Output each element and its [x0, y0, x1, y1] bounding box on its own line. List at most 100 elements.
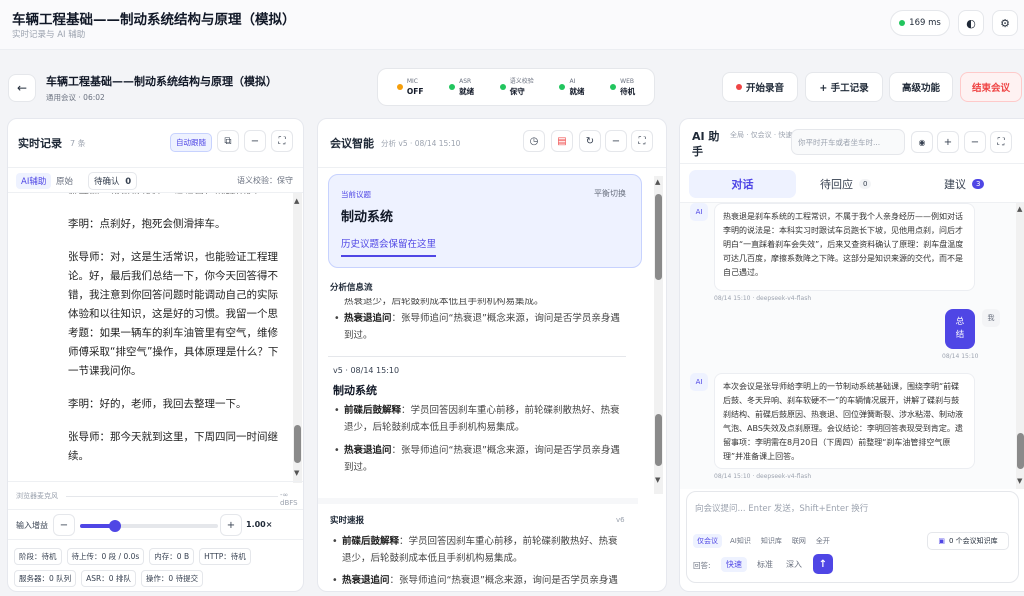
ai-context-input[interactable]: 你平时开车或者坐车时... [791, 129, 905, 155]
advanced-label: 高级功能 [901, 83, 940, 94]
fullscreen-button[interactable]: ⛶ [990, 131, 1012, 153]
ai-panel: AI 助手 全局 · 仅会议 · 快速 你平时开车或者坐车时... ◉ + − … [679, 118, 1024, 592]
arrow-left-icon: ← [16, 81, 28, 95]
gain-slider-knob[interactable] [108, 520, 121, 532]
flow-bullet: • 前碟后鼓解释：学员回答因刹车重心前移，前轮碟刹散热好、热衰退少，后轮鼓刹成本… [332, 402, 624, 436]
export-button[interactable]: ▤ [551, 130, 573, 152]
add-button[interactable]: + [937, 131, 959, 153]
filter-row: 仅会议 AI知识 知识库 联网 全开 [693, 534, 832, 548]
tab-raw[interactable]: 原始 [56, 175, 73, 187]
intel-panel: 会议智能 分析 v5 · 08/14 15:10 ◷ ▤ ↻ − ⛶ 当前议题 … [317, 118, 667, 592]
transcript-list: 李明：点刹好，抱死会侧滑摔车。 张导师：对，这是生活常识，也能验证工程理论。好，… [68, 215, 286, 466]
latency-indicator[interactable]: 169 ms [890, 10, 950, 36]
status-dot [449, 84, 456, 90]
compose-input[interactable]: 向会议提问... Enter 发送，Shift+Enter 换行 [695, 502, 1015, 514]
status-dot [610, 84, 617, 90]
transcript-scrollbar[interactable]: ▲ ▼ [293, 193, 302, 483]
gain-value: 1.00× [246, 520, 273, 529]
history-button[interactable]: ◷ [523, 130, 545, 152]
theme-toggle-button[interactable]: ◐ [958, 10, 984, 36]
ai-option-button[interactable]: ◉ [911, 131, 933, 153]
collapse-button[interactable]: − [964, 131, 986, 153]
scrollbar-thumb[interactable] [1017, 433, 1024, 469]
collapse-button[interactable]: − [244, 130, 266, 152]
mode-fast[interactable]: 快速 [721, 557, 747, 572]
scroll-down-icon: ▼ [1017, 477, 1023, 485]
quick-bullet: • 热衰退追问：张导师追问“热衰退”概念来源，询问是否学员亲身遇到过。 [330, 572, 626, 591]
back-button[interactable]: ← [8, 74, 36, 102]
tab-pending[interactable]: 待确认 0 [88, 172, 138, 190]
gear-icon: ⚙ [1000, 16, 1010, 30]
filter-all[interactable]: 全开 [814, 534, 832, 548]
collapse-button[interactable]: − [605, 130, 627, 152]
tab-chat[interactable]: 对话 [689, 170, 796, 198]
knowledge-base-button[interactable]: ▣ 0 个会议知识库 [927, 532, 1009, 550]
gain-increase-button[interactable]: + [220, 514, 242, 536]
manual-record-button[interactable]: + 手工记录 [805, 72, 883, 102]
transcript-count: 7 条 [70, 139, 86, 148]
end-meeting-label: 结束会议 [971, 83, 1010, 94]
settings-button[interactable]: ⚙ [992, 10, 1018, 36]
status-label: 语义校验 [509, 78, 534, 85]
meeting-time: 06:02 [83, 93, 105, 102]
advanced-button[interactable]: 高级功能 [889, 72, 953, 102]
quick-bullet-head: 前碟后鼓解释 [342, 536, 400, 547]
bullet-dot: • [332, 575, 338, 586]
status-label: MIC [406, 78, 418, 85]
stat-chip: 服务器：0 队列 [14, 570, 77, 587]
tab-suggestions[interactable]: 建议 3 [944, 176, 985, 192]
status-item: ASR 就绪 [449, 77, 474, 97]
scroll-up-icon: ▲ [655, 178, 661, 186]
minus-icon: − [970, 136, 980, 148]
message-meta: 08/14 15:10 · deepseek-v4-flash [714, 295, 812, 302]
audio-meter: 浏览器麦克风 -∞ dBFS [8, 481, 303, 509]
gain-decrease-button[interactable]: − [53, 514, 75, 536]
status-label: ASR [459, 78, 472, 85]
status-item: WEB 待机 [610, 77, 635, 97]
send-button[interactable]: ↑ [813, 554, 833, 574]
ai-context-placeholder: 你平时开车或者坐车时... [798, 138, 881, 147]
stats-row: 阶段：待机 待上传：0 段 / 0.0s 内存：0 B HTTP：待机 [14, 548, 251, 565]
expand-icon: ⛶ [997, 136, 1005, 148]
refresh-button[interactable]: ↻ [579, 130, 601, 152]
status-dot [499, 84, 506, 90]
start-recording-button[interactable]: 开始录音 [722, 72, 798, 102]
scrollbar-thumb-secondary[interactable] [655, 414, 662, 466]
tab-ai-assist[interactable]: AI辅助 [16, 173, 52, 189]
topic-history-tab[interactable]: 历史议题会保留在这里 [341, 236, 437, 257]
v5-meta: v5 · 08/14 15:10 [333, 366, 400, 375]
gain-slider[interactable] [80, 520, 218, 532]
copy-button[interactable]: ⧉ [217, 130, 239, 152]
filter-web[interactable]: 联网 [790, 534, 808, 548]
mode-deep[interactable]: 深入 [786, 559, 802, 570]
tab-pending-reply[interactable]: 待回应 0 [820, 176, 872, 192]
status-item: AI 就绪 [559, 77, 584, 97]
intel-scrollbar[interactable]: ▲ ▼ [654, 176, 663, 494]
stat-chip: 操作：0 待提交 [140, 570, 204, 587]
ai-message: 热衰退是刹车系统的工程常识，不属于我个人亲身经历——例如对话李明的说法是：本科实… [714, 203, 975, 291]
fullscreen-button[interactable]: ⛶ [271, 130, 293, 152]
scrollbar-thumb[interactable] [294, 425, 301, 463]
auto-follow-toggle[interactable]: 自动跟随 [170, 133, 212, 152]
topic-switch[interactable]: 平衡切换 [594, 188, 626, 199]
transcript-title: 实时记录 [18, 137, 62, 150]
gain-row: 输入增益 − + 1.00× [8, 509, 303, 539]
app-title: 车辆工程基础——制动系统结构与原理（模拟） [12, 12, 296, 28]
flow-divider [318, 498, 638, 504]
filter-ai-knowledge[interactable]: AI知识 [728, 534, 753, 548]
filter-meeting-only[interactable]: 仅会议 [693, 534, 722, 548]
intel-meta: 分析 v5 · 08/14 15:10 [381, 139, 461, 148]
stat-chip: ASR：0 排队 [81, 570, 136, 587]
chat-scrollbar[interactable]: ▲ ▼ [1016, 203, 1024, 489]
mode-standard[interactable]: 标准 [757, 559, 773, 570]
scrollbar-thumb[interactable] [655, 194, 662, 280]
latency-dot [899, 20, 906, 26]
intel-title: 会议智能 [330, 137, 374, 150]
status-label: AI [569, 78, 576, 85]
filter-knowledge-base[interactable]: 知识库 [759, 534, 784, 548]
fullscreen-button[interactable]: ⛶ [631, 130, 653, 152]
message-meta: 08/14 15:10 [942, 353, 979, 360]
end-meeting-button[interactable]: 结束会议 [960, 72, 1022, 102]
tab-pending-reply-label: 待回应 [820, 178, 853, 191]
bullet-dot: • [334, 313, 340, 324]
